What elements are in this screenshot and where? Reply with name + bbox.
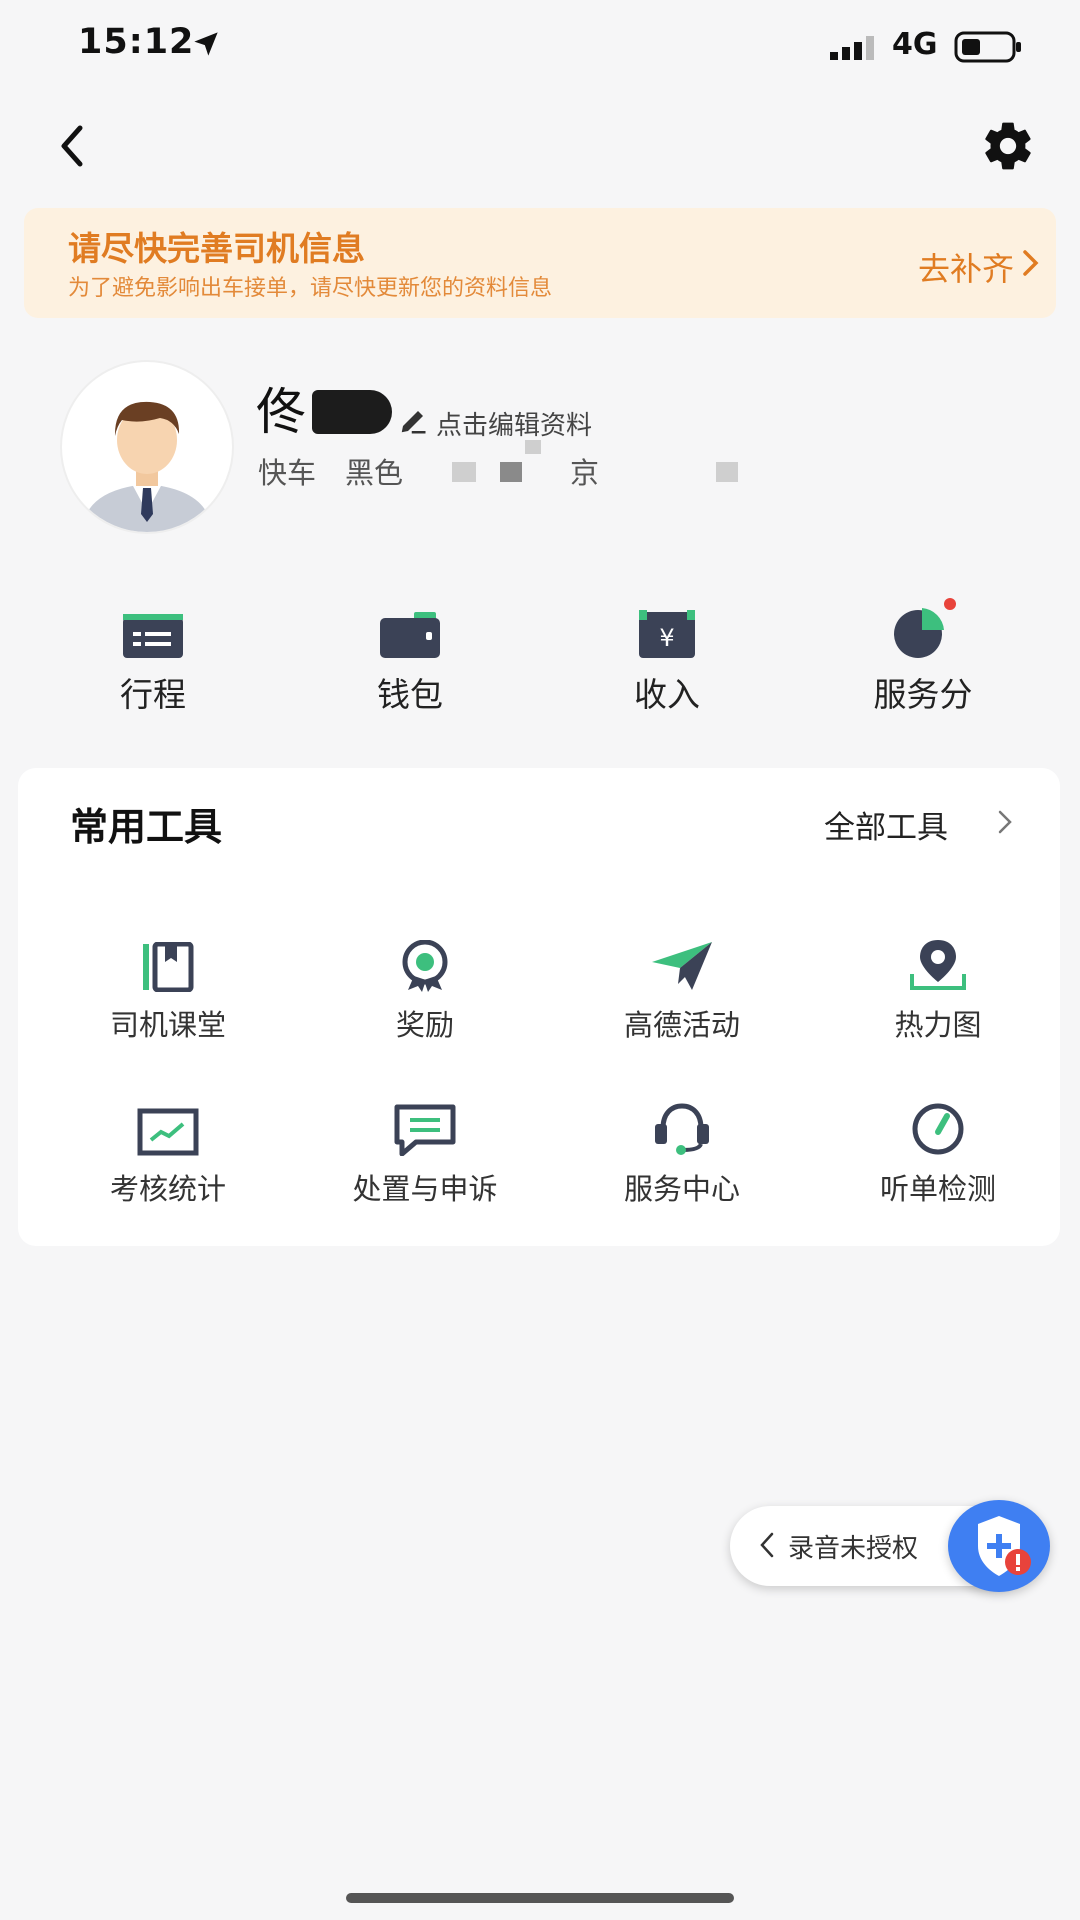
common-tools-card: 常用工具 全部工具 司机课堂 奖励 高德活动 热力图 考核统计 处置与申诉 服务… — [18, 768, 1060, 1246]
plate-prefix: 京 — [570, 456, 600, 490]
headset-icon — [562, 1094, 802, 1156]
car-color: 黑色 — [345, 456, 404, 490]
quick-menu-income[interactable]: ¥ 收入 — [582, 580, 752, 716]
notice-banner[interactable]: 请尽快完善司机信息 为了避免影响出车接单，请尽快更新您的资料信息 去补齐 — [24, 208, 1056, 318]
chart-icon — [48, 1094, 288, 1156]
tool-assessment-stats[interactable]: 考核统计 — [48, 1094, 288, 1208]
chevron-left-icon — [61, 125, 83, 167]
quick-menu-itinerary[interactable]: 行程 — [68, 580, 238, 716]
map-pin-icon — [818, 930, 1058, 992]
wallet-icon — [325, 580, 495, 660]
reward-icon — [305, 930, 545, 992]
redaction-mask — [716, 462, 738, 482]
tool-label: 热力图 — [894, 1008, 982, 1042]
car-type: 快车 — [258, 456, 317, 490]
tool-label: 服务中心 — [623, 1172, 740, 1206]
redaction-mask — [312, 390, 392, 434]
redaction-mask — [525, 440, 541, 454]
message-icon — [305, 1094, 545, 1156]
recording-status-label: 录音未授权 — [788, 1534, 919, 1564]
tool-label: 司机课堂 — [109, 1008, 226, 1042]
gauge-icon — [818, 1094, 1058, 1156]
gear-icon — [985, 122, 1031, 170]
redaction-mask — [500, 462, 522, 482]
chevron-right-icon[interactable] — [996, 808, 1014, 840]
driver-name: 佟 — [256, 383, 306, 441]
paper-plane-icon — [562, 930, 802, 992]
tool-driver-classroom[interactable]: 司机课堂 — [48, 930, 288, 1044]
tool-service-center[interactable]: 服务中心 — [562, 1094, 802, 1208]
signal-icon — [830, 36, 880, 64]
service-score-icon — [838, 580, 1008, 660]
avatar[interactable] — [60, 360, 234, 534]
complete-info-link[interactable]: 去补齐 — [918, 244, 1014, 290]
notice-title: 请尽快完善司机信息 — [68, 229, 365, 268]
tool-label: 高德活动 — [623, 1008, 740, 1042]
settings-button[interactable] — [980, 118, 1036, 174]
tool-label: 处置与申诉 — [352, 1172, 498, 1206]
redaction-mask — [452, 462, 476, 482]
quick-menu-service-score[interactable]: 服务分 — [838, 580, 1008, 716]
home-indicator — [346, 1893, 734, 1903]
tool-label: 考核统计 — [109, 1172, 226, 1206]
tool-label: 奖励 — [395, 1008, 454, 1042]
network-type: 4G — [892, 27, 938, 62]
all-tools-link[interactable]: 全部工具 — [824, 802, 948, 847]
tool-amap-activity[interactable]: 高德活动 — [562, 930, 802, 1044]
notice-subtitle: 为了避免影响出车接单，请尽快更新您的资料信息 — [68, 276, 553, 301]
battery-icon — [954, 30, 1024, 68]
edit-profile-link[interactable]: 点击编辑资料 — [436, 405, 592, 442]
tools-title: 常用工具 — [70, 805, 223, 849]
safety-shield-button[interactable] — [948, 1500, 1050, 1592]
chevron-left-icon — [758, 1530, 776, 1564]
tool-disposal-appeal[interactable]: 处置与申诉 — [305, 1094, 545, 1208]
income-icon: ¥ — [582, 580, 752, 660]
back-button[interactable] — [52, 118, 92, 174]
quick-menu-label: 钱包 — [377, 675, 443, 714]
quick-menu-label: 行程 — [120, 675, 186, 714]
tool-label: 听单检测 — [879, 1172, 996, 1206]
location-arrow-icon — [192, 30, 220, 62]
quick-menu-wallet[interactable]: 钱包 — [325, 580, 495, 716]
chevron-right-icon — [1020, 248, 1042, 282]
tool-reward[interactable]: 奖励 — [305, 930, 545, 1044]
driver-avatar-icon — [82, 401, 212, 532]
edit-pencil-icon[interactable] — [398, 406, 428, 440]
book-icon — [48, 930, 288, 992]
status-time: 15:12 — [78, 22, 195, 62]
tool-heatmap[interactable]: 热力图 — [818, 930, 1058, 1044]
itinerary-icon — [68, 580, 238, 660]
quick-menu-label: 服务分 — [873, 675, 973, 714]
svg-text:¥: ¥ — [659, 624, 674, 652]
tool-order-detection[interactable]: 听单检测 — [818, 1094, 1058, 1208]
quick-menu-label: 收入 — [634, 675, 700, 714]
shield-icon — [978, 1516, 1031, 1576]
